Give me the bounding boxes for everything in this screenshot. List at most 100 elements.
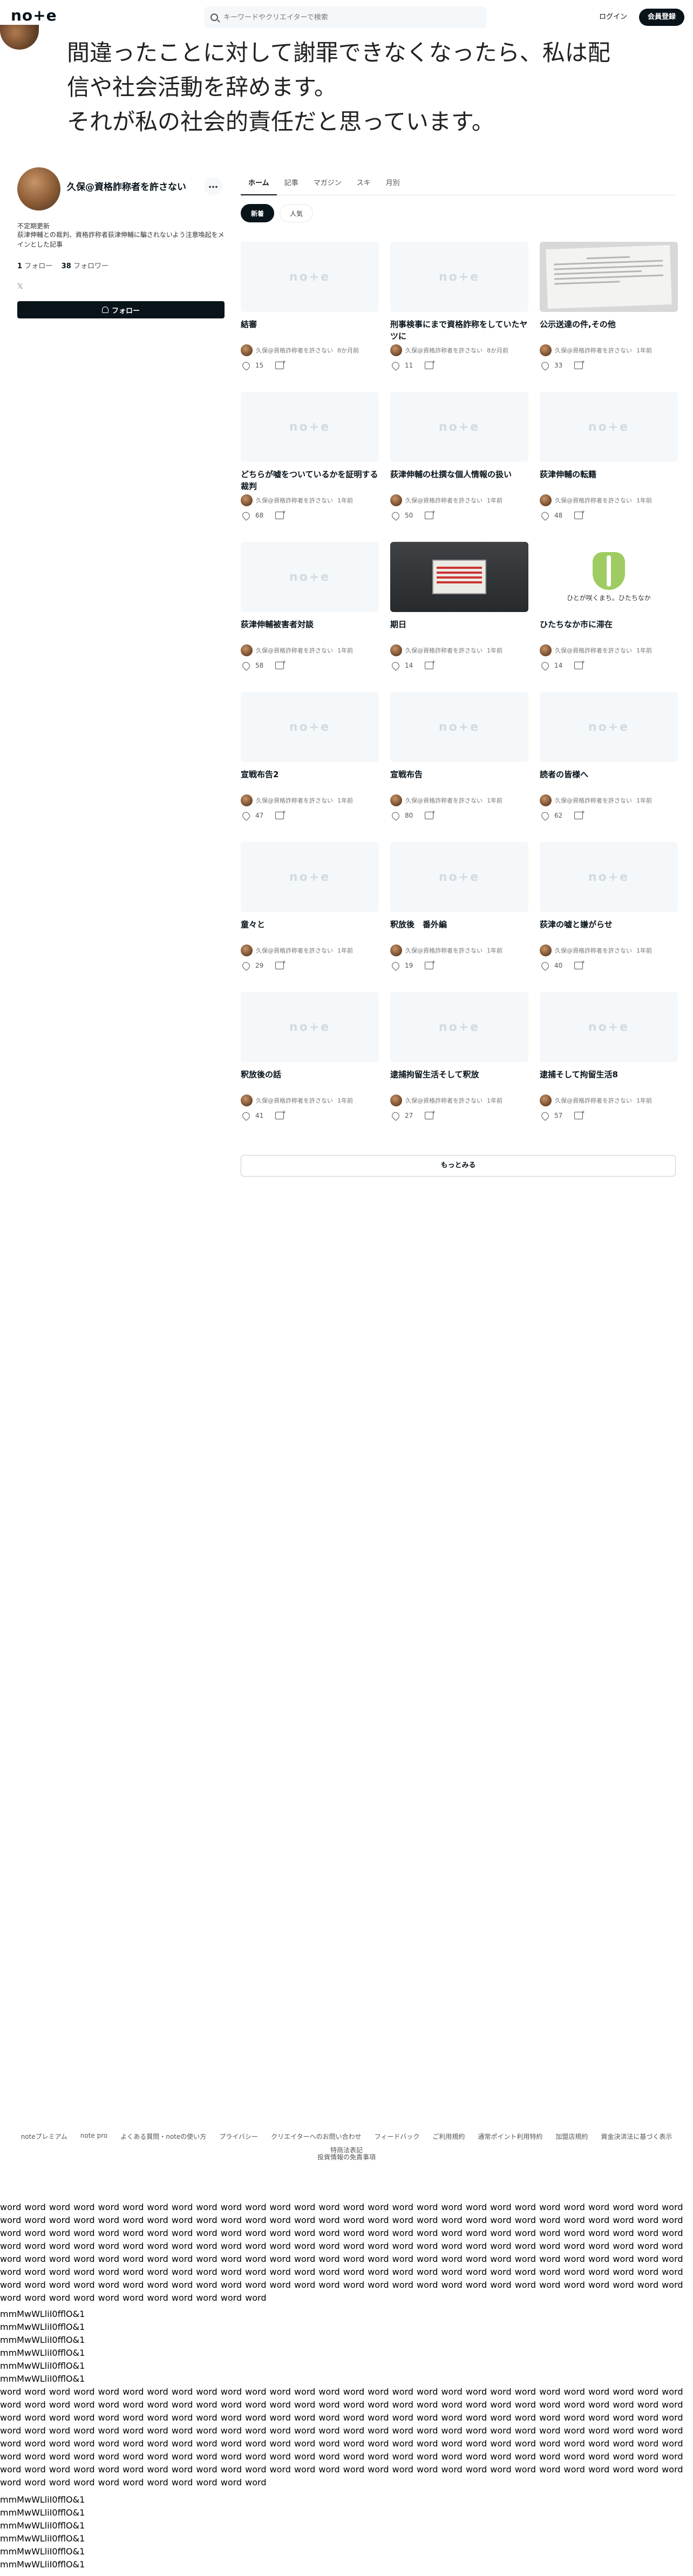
heart-icon[interactable] (540, 960, 551, 971)
article-title[interactable]: 童々と (241, 919, 379, 942)
article-title[interactable]: どちらが嘘をついているかを証明する裁判 (241, 468, 379, 492)
article-title[interactable]: 公示送達の件,その他 (540, 318, 678, 342)
article-thumbnail[interactable]: no+e (540, 392, 678, 462)
filter-new[interactable]: 新着 (241, 204, 275, 222)
article-card[interactable]: no+e 童々と 久保@資格詐称者を許さない 1年前 29 (241, 842, 379, 971)
article-title[interactable]: 荻津伸輔の転籍 (540, 468, 678, 492)
heart-icon[interactable] (540, 360, 551, 371)
add-to-magazine-icon[interactable] (425, 810, 436, 819)
more-options-button[interactable]: … (204, 177, 222, 195)
author-name[interactable]: 久保@資格詐称者を許さない (256, 496, 333, 505)
author-avatar[interactable] (540, 944, 552, 956)
author-avatar[interactable] (390, 794, 402, 806)
footer-link[interactable]: noteプレミアム (21, 2132, 67, 2141)
footer-link[interactable]: 資金決済法に基づく表示 (601, 2132, 672, 2141)
login-button[interactable]: ログイン (590, 9, 636, 26)
note-logo[interactable]: no+e (11, 6, 57, 24)
footer-link[interactable]: フィードバック (375, 2132, 420, 2141)
article-thumbnail[interactable] (540, 242, 678, 312)
add-to-magazine-icon[interactable] (574, 660, 585, 669)
footer-link[interactable]: よくある質問・noteの使い方 (120, 2132, 206, 2141)
heart-icon[interactable] (390, 960, 401, 971)
author-avatar[interactable] (241, 944, 253, 956)
tab-articles[interactable]: 記事 (277, 172, 306, 195)
followers-label[interactable]: フォロワー (73, 262, 108, 270)
tab-magazines[interactable]: マガジン (306, 172, 349, 195)
author-avatar[interactable] (241, 494, 253, 506)
creator-name[interactable]: 久保@資格詐称者を許さない (67, 179, 186, 193)
author-avatar[interactable] (241, 794, 253, 806)
author-avatar[interactable] (540, 344, 552, 356)
author-avatar[interactable] (241, 644, 253, 656)
author-name[interactable]: 久保@資格詐称者を許さない (555, 646, 632, 655)
tab-monthly[interactable]: 月別 (378, 172, 407, 195)
add-to-magazine-icon[interactable] (275, 1110, 286, 1119)
author-name[interactable]: 久保@資格詐称者を許さない (405, 496, 483, 505)
author-avatar[interactable] (241, 344, 253, 356)
footer-link[interactable]: ご利用規約 (432, 2132, 465, 2141)
article-card[interactable]: no+e 釈放後 番外編 久保@資格詐称者を許さない 1年前 19 (390, 842, 528, 971)
author-avatar[interactable] (241, 1095, 253, 1106)
footer-link-disclaimer[interactable]: 投資情報の免責事項 (16, 2152, 677, 2162)
article-title[interactable]: 逮捕拘留生活そして釈放 (390, 1069, 528, 1092)
heart-icon[interactable] (241, 660, 252, 671)
author-name[interactable]: 久保@資格詐称者を許さない (256, 796, 333, 805)
author-avatar[interactable] (540, 644, 552, 656)
article-card[interactable]: no+e 荻津伸輔の杜撰な個人情報の扱い 久保@資格詐称者を許さない 1年前 50 (390, 392, 528, 521)
article-thumbnail[interactable]: no+e (390, 842, 528, 912)
author-name[interactable]: 久保@資格詐称者を許さない (405, 1096, 483, 1105)
article-card[interactable]: ひとが咲くまち。ひたちなか ひたちなか市に滞在 久保@資格詐称者を許さない 1年前 14 (540, 542, 678, 671)
follow-button[interactable]: フォロー (17, 301, 225, 318)
add-to-magazine-icon[interactable] (425, 960, 436, 969)
add-to-magazine-icon[interactable] (425, 359, 436, 369)
article-card[interactable]: no+e 宣戦布告 久保@資格詐称者を許さない 1年前 80 (390, 692, 528, 821)
article-thumbnail[interactable]: no+e (241, 842, 379, 912)
author-name[interactable]: 久保@資格詐称者を許さない (256, 1096, 333, 1105)
add-to-magazine-icon[interactable] (425, 1110, 436, 1119)
add-to-magazine-icon[interactable] (425, 660, 436, 669)
heart-icon[interactable] (241, 1110, 252, 1121)
article-thumbnail[interactable]: ひとが咲くまち。ひたちなか (540, 542, 678, 612)
author-name[interactable]: 久保@資格詐称者を許さない (256, 946, 333, 955)
author-avatar[interactable] (540, 494, 552, 506)
signup-button[interactable]: 会員登録 (639, 9, 685, 26)
heart-icon[interactable] (241, 510, 252, 521)
article-thumbnail[interactable]: no+e (540, 842, 678, 912)
author-name[interactable]: 久保@資格詐称者を許さない (555, 1096, 632, 1105)
article-card[interactable]: no+e 荻津の嘘と嫌がらせ 久保@資格詐称者を許さない 1年前 40 (540, 842, 678, 971)
heart-icon[interactable] (540, 660, 551, 671)
article-title[interactable]: 逮捕そして拘留生活8 (540, 1069, 678, 1092)
article-title[interactable]: 荻津の嘘と嫌がらせ (540, 919, 678, 942)
following-label[interactable]: フォロー (24, 262, 52, 270)
heart-icon[interactable] (241, 960, 252, 971)
author-name[interactable]: 久保@資格詐称者を許さない (405, 946, 483, 955)
heart-icon[interactable] (390, 1110, 401, 1121)
article-thumbnail[interactable] (390, 542, 528, 612)
avatar[interactable] (17, 167, 60, 210)
article-thumbnail[interactable]: no+e (540, 692, 678, 762)
article-title[interactable]: ひたちなか市に滞在 (540, 618, 678, 642)
heart-icon[interactable] (390, 810, 401, 821)
author-avatar[interactable] (390, 944, 402, 956)
footer-link[interactable]: note pro (80, 2132, 107, 2141)
author-name[interactable]: 久保@資格詐称者を許さない (256, 346, 333, 355)
author-name[interactable]: 久保@資格詐称者を許さない (405, 646, 483, 655)
article-thumbnail[interactable]: no+e (390, 242, 528, 312)
footer-link[interactable]: プライバシー (219, 2132, 258, 2141)
tab-home[interactable]: ホーム (241, 172, 277, 195)
add-to-magazine-icon[interactable] (574, 1110, 585, 1119)
add-to-magazine-icon[interactable] (574, 810, 585, 819)
article-card[interactable]: no+e 逮捕拘留生活そして釈放 久保@資格詐称者を許さない 1年前 27 (390, 992, 528, 1121)
article-card[interactable]: no+e どちらが嘘をついているかを証明する裁判 久保@資格詐称者を許さない 1年前 6… (241, 392, 379, 521)
author-name[interactable]: 久保@資格詐称者を許さない (555, 796, 632, 805)
article-card[interactable]: no+e 読者の皆様へ 久保@資格詐称者を許さない 1年前 62 (540, 692, 678, 821)
article-card[interactable]: no+e 宣戦布告2 久保@資格詐称者を許さない 1年前 47 (241, 692, 379, 821)
heart-icon[interactable] (540, 810, 551, 821)
author-name[interactable]: 久保@資格詐称者を許さない (555, 496, 632, 505)
article-title[interactable]: 宣戦布告 (390, 769, 528, 792)
author-avatar[interactable] (390, 344, 402, 356)
article-title[interactable]: 刑事検事にまで資格詐称をしていたヤツに (390, 318, 528, 342)
article-thumbnail[interactable]: no+e (241, 392, 379, 462)
article-card[interactable]: 期日 久保@資格詐称者を許さない 1年前 14 (390, 542, 528, 671)
heart-icon[interactable] (241, 360, 252, 371)
